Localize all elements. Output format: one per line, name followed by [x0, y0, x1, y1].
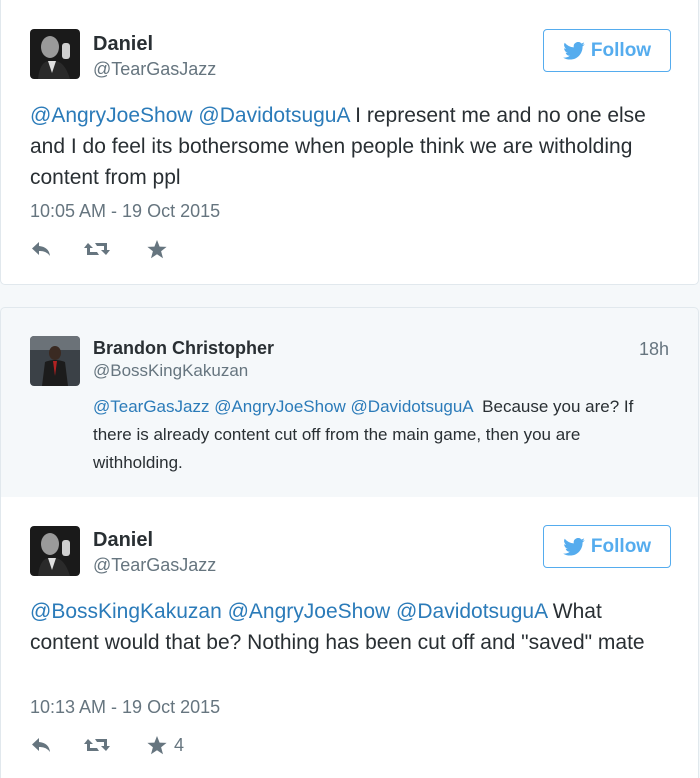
tweet-text: @AngryJoeShow @DavidotsuguA I represent …	[30, 100, 670, 193]
tweet-timestamp[interactable]: 10:05 AM - 19 Oct 2015	[30, 201, 220, 222]
avatar[interactable]	[30, 526, 80, 576]
retweet-icon	[84, 739, 110, 751]
mention-link[interactable]: @AngryJoeShow	[30, 104, 193, 127]
retweet-button[interactable]	[83, 735, 111, 755]
reply-icon	[32, 738, 50, 752]
star-icon	[147, 240, 167, 259]
reply-button[interactable]	[30, 239, 52, 259]
follow-label: Follow	[590, 39, 652, 61]
like-count: 4	[174, 735, 185, 755]
reply-age[interactable]: 18h	[639, 339, 669, 360]
twitter-bird-icon	[563, 41, 585, 60]
follow-button[interactable]: Follow	[543, 29, 671, 72]
mention-link[interactable]: @BossKingKakuzan	[30, 600, 222, 623]
mention-link[interactable]: @AngryJoeShow	[214, 397, 346, 416]
reply-button[interactable]	[30, 735, 52, 755]
star-icon	[147, 736, 167, 755]
user-handle[interactable]: @BossKingKakuzan	[93, 361, 248, 381]
follow-label: Follow	[590, 535, 652, 557]
user-handle[interactable]: @TearGasJazz	[93, 555, 216, 576]
like-button[interactable]	[146, 239, 168, 260]
follow-button[interactable]: Follow	[543, 525, 671, 568]
retweet-button[interactable]	[83, 239, 111, 259]
twitter-bird-icon	[563, 537, 585, 556]
display-name[interactable]: Brandon Christopher	[93, 338, 274, 359]
mention-link[interactable]: @DavidotsuguA	[198, 104, 349, 127]
display-name[interactable]: Daniel	[93, 529, 153, 552]
mention-link[interactable]: @TearGasJazz	[93, 397, 209, 416]
retweet-icon	[84, 243, 110, 255]
avatar[interactable]	[30, 29, 80, 79]
mention-link[interactable]: @DavidotsuguA	[396, 600, 547, 623]
reply-icon	[32, 242, 50, 256]
display-name[interactable]: Daniel	[93, 33, 153, 56]
tweet-card: Daniel @TearGasJazz Follow @AngryJoeShow…	[0, 0, 699, 285]
tweet-timestamp[interactable]: 10:13 AM - 19 Oct 2015	[30, 697, 220, 718]
avatar[interactable]	[30, 336, 80, 386]
tweet-card: Daniel @TearGasJazz Follow @BossKingKaku…	[0, 497, 699, 778]
mention-link[interactable]: @AngryJoeShow	[228, 600, 391, 623]
tweet-text: @BossKingKakuzan @AngryJoeShow @Davidots…	[30, 596, 670, 658]
mention-link[interactable]: @DavidotsuguA	[351, 397, 473, 416]
reply-card: Brandon Christopher @BossKingKakuzan 18h…	[0, 307, 699, 497]
like-button[interactable]: 4	[146, 735, 184, 756]
reply-text: @TearGasJazz @AngryJoeShow @DavidotsuguA…	[93, 393, 673, 477]
user-handle[interactable]: @TearGasJazz	[93, 59, 216, 80]
